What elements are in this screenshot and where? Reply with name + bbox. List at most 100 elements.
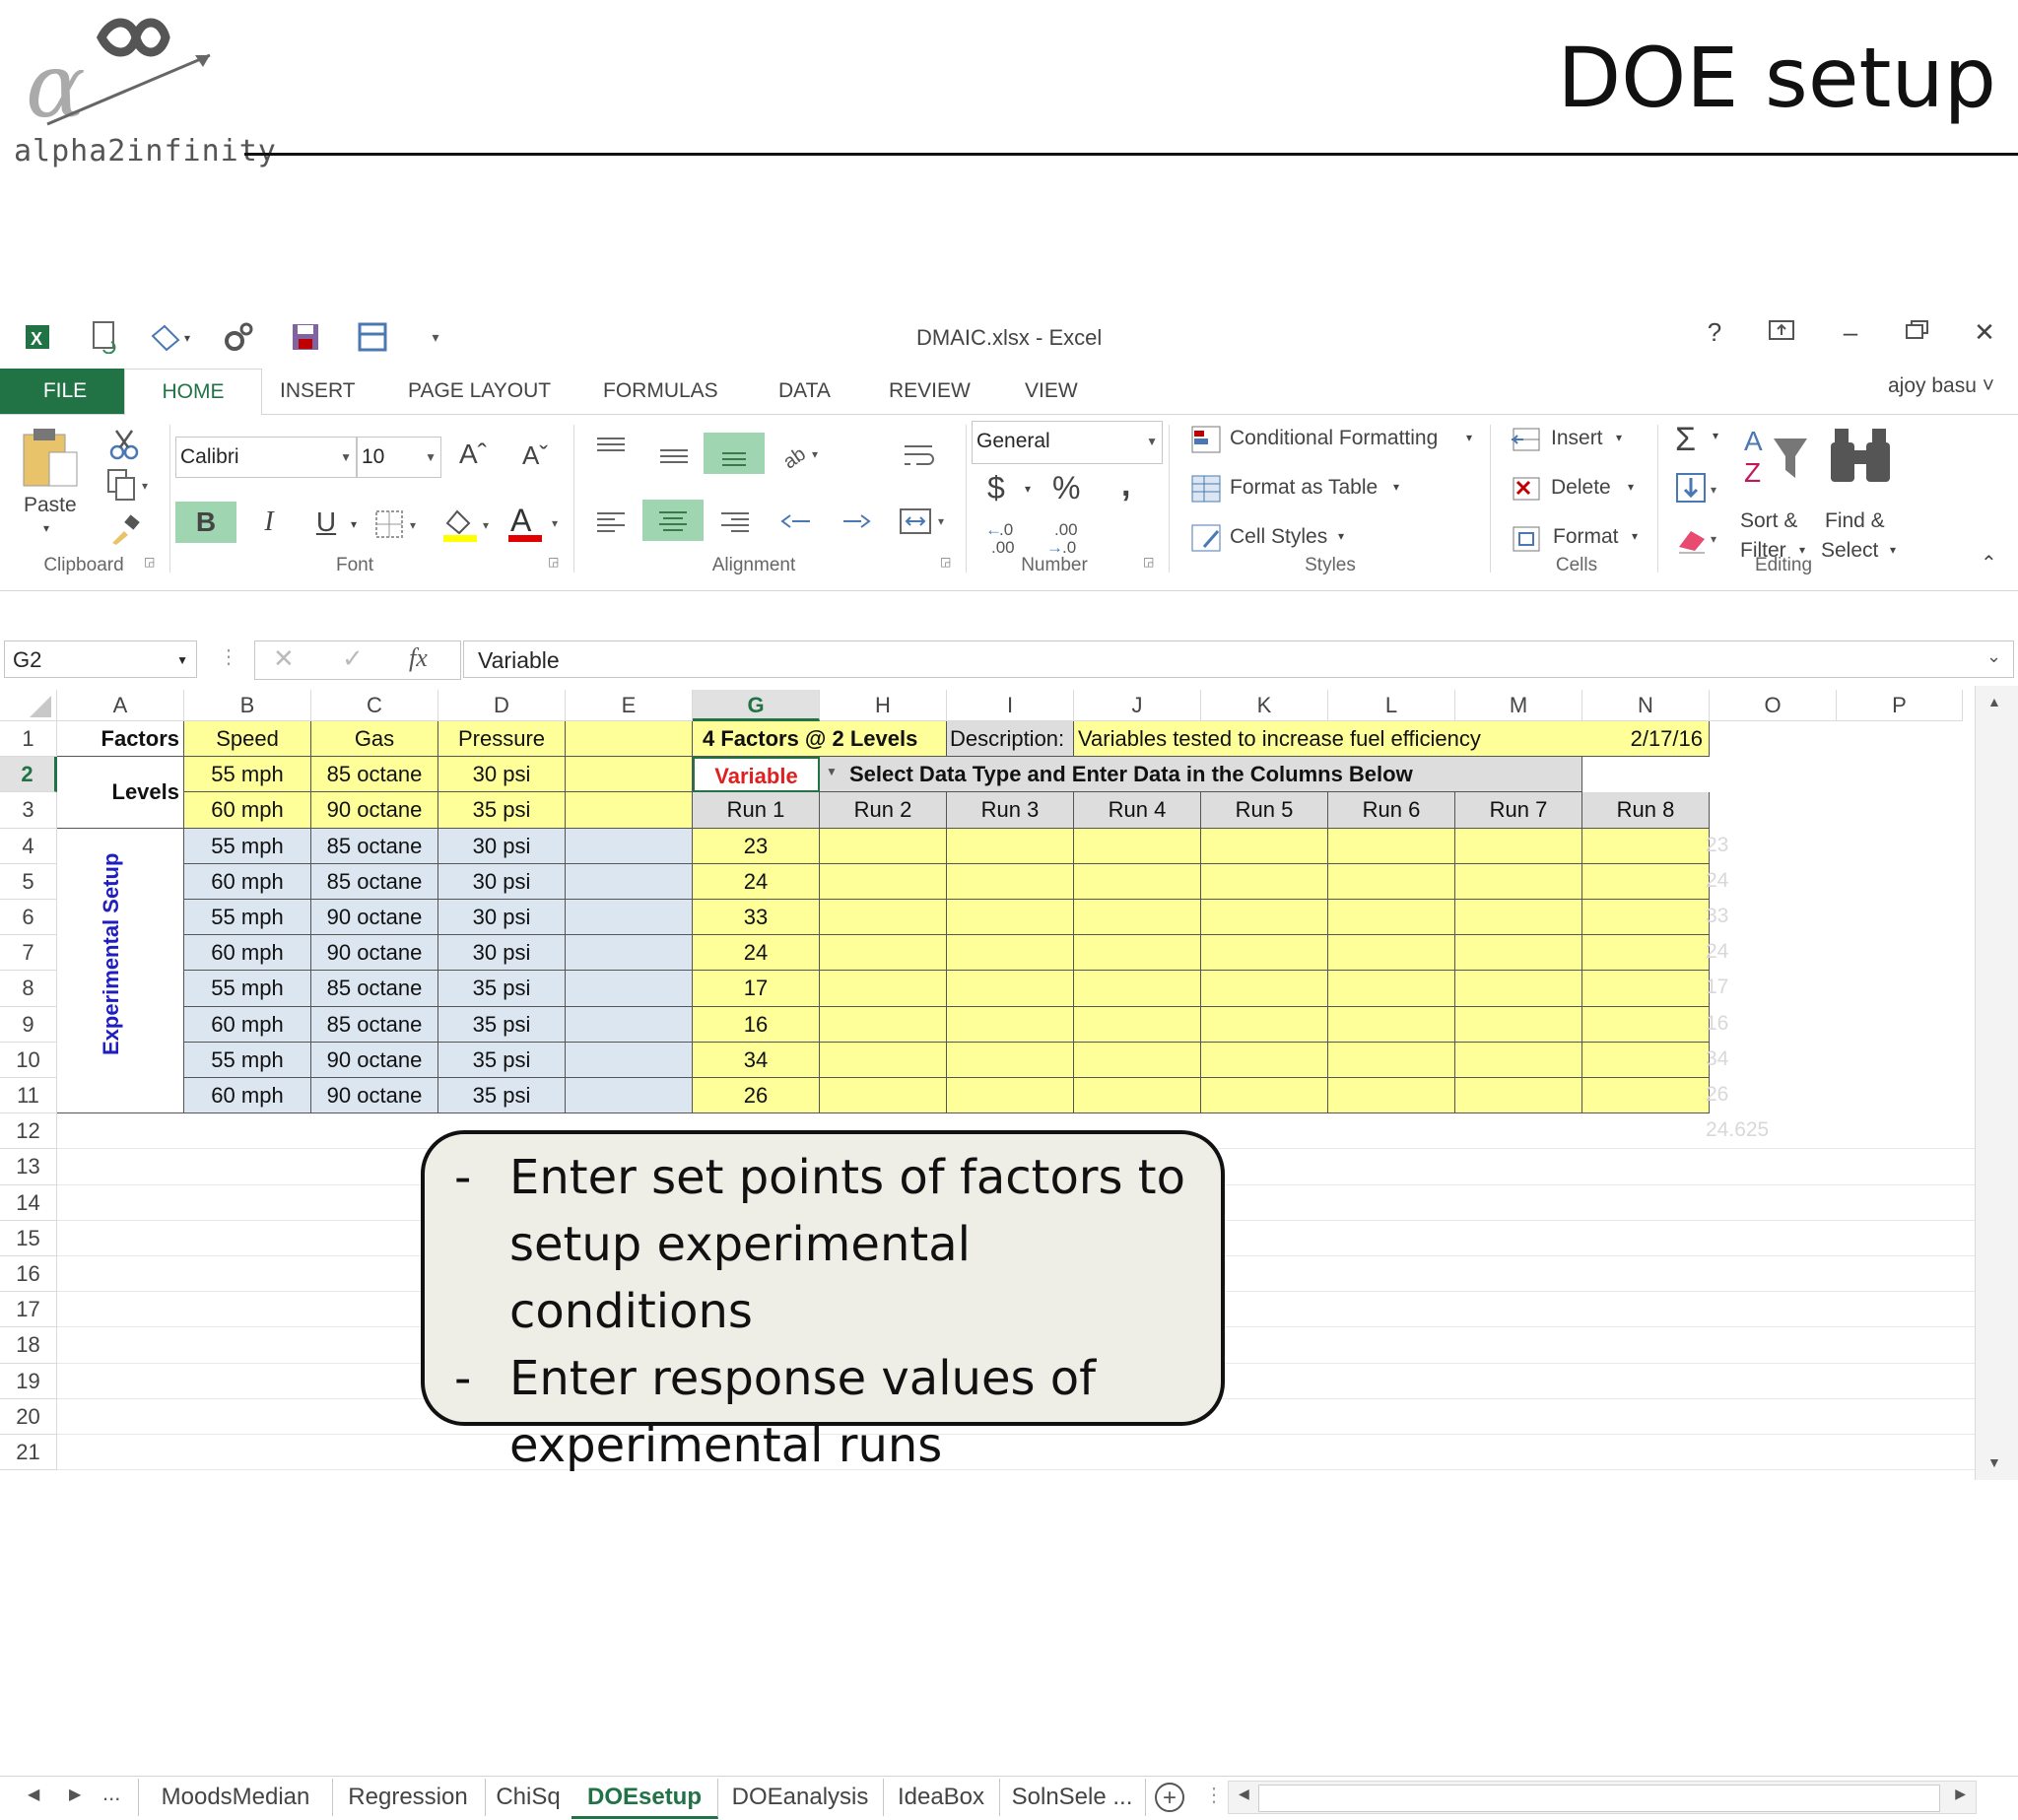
paste-icon[interactable] (18, 427, 85, 487)
cell-J9[interactable] (1074, 1006, 1201, 1043)
conditional-formatting-icon[interactable] (1190, 425, 1224, 461)
percent-button[interactable]: % (1052, 470, 1080, 506)
cell-G4[interactable]: 23 (693, 828, 820, 864)
collapse-ribbon-icon[interactable]: ⌃ (1981, 551, 1997, 575)
cell-L8[interactable] (1328, 971, 1455, 1007)
cell-H2[interactable]: Select Data Type and Enter Data in the C… (820, 757, 1582, 793)
cell-K9[interactable] (1201, 1006, 1328, 1043)
enter-icon[interactable]: ✓ (342, 643, 364, 674)
insert-cells-icon[interactable] (1510, 425, 1543, 461)
cell-H11[interactable] (820, 1078, 947, 1114)
row-header[interactable]: 9 (0, 1006, 57, 1043)
number-launcher-icon[interactable]: ◲ (1143, 555, 1154, 569)
font-name-select[interactable]: Calibri ▼ (175, 437, 357, 478)
cell-K7[interactable] (1201, 935, 1328, 972)
cell-L5[interactable] (1328, 863, 1455, 900)
cell-B11[interactable]: 60 mph (184, 1078, 311, 1114)
cell-M6[interactable] (1455, 900, 1582, 936)
cell-L10[interactable] (1328, 1042, 1455, 1078)
delete-cells-icon[interactable] (1510, 474, 1543, 510)
cell-B2[interactable]: 55 mph (184, 757, 311, 793)
row-header[interactable]: 8 (0, 971, 57, 1007)
row-header[interactable]: 10 (0, 1042, 57, 1078)
cell-L6[interactable] (1328, 900, 1455, 936)
cell-K8[interactable] (1201, 971, 1328, 1007)
cell-G11[interactable]: 26 (693, 1078, 820, 1114)
freeze-panes-icon[interactable] (353, 317, 392, 357)
vertical-scrollbar[interactable]: ▲ ▼ (1975, 686, 2018, 1480)
tab-file[interactable]: FILE (0, 369, 130, 414)
eraser-icon[interactable]: ▾ (1675, 523, 1724, 560)
find-binoculars-icon[interactable] (1827, 425, 1896, 491)
expand-formula-icon[interactable]: ⌄ (1986, 646, 2001, 667)
format-as-table-label[interactable]: Format as Table (1230, 476, 1378, 500)
row-header[interactable]: 7 (0, 935, 57, 972)
wrap-text-icon[interactable] (899, 437, 938, 481)
cell-D8[interactable]: 35 psi (438, 971, 566, 1007)
cell-A2[interactable]: Levels (57, 757, 184, 829)
cell-C4[interactable]: 85 octane (311, 828, 438, 864)
cell-B7[interactable]: 60 mph (184, 935, 311, 972)
row-header[interactable]: 6 (0, 900, 57, 936)
cell-J3[interactable]: Run 4 (1074, 792, 1201, 829)
cell-B1[interactable]: Speed (184, 721, 311, 758)
cell-K6[interactable] (1201, 900, 1328, 936)
comma-style-button[interactable]: , (1121, 466, 1130, 505)
cell-H9[interactable] (820, 1006, 947, 1043)
cell-H5[interactable] (820, 863, 947, 900)
cell-G6[interactable]: 33 (693, 900, 820, 936)
fill-down-icon[interactable]: ▾ (1675, 472, 1724, 510)
cell-C11[interactable]: 90 octane (311, 1078, 438, 1114)
cell-C6[interactable]: 90 octane (311, 900, 438, 936)
cell-H3[interactable]: Run 2 (820, 792, 947, 829)
next-sheet-icon[interactable]: ▶ (69, 1785, 81, 1804)
cell-C1[interactable]: Gas (311, 721, 438, 758)
cell-K5[interactable] (1201, 863, 1328, 900)
cell-D9[interactable]: 35 psi (438, 1006, 566, 1043)
cell-C10[interactable]: 90 octane (311, 1042, 438, 1078)
sort-label-1[interactable]: Sort & (1740, 509, 1797, 533)
row-header[interactable]: 20 (0, 1398, 57, 1435)
cell-N6[interactable] (1582, 900, 1710, 936)
cell-C8[interactable]: 85 octane (311, 971, 438, 1007)
align-left-icon[interactable] (591, 502, 631, 546)
row-header[interactable]: 5 (0, 863, 57, 900)
increase-indent-icon[interactable] (838, 502, 877, 546)
row-header[interactable]: 19 (0, 1363, 57, 1399)
cell-B3[interactable]: 60 mph (184, 792, 311, 829)
chevron-down-icon[interactable]: ▾ (1632, 529, 1638, 543)
row-header[interactable]: 3 (0, 792, 57, 829)
cell-B6[interactable]: 55 mph (184, 900, 311, 936)
cell-G1[interactable]: 4 Factors @ 2 Levels (693, 721, 947, 758)
customize-qat-icon[interactable]: ▾ (426, 317, 445, 357)
cell-E8[interactable] (566, 971, 693, 1007)
cell-E5[interactable] (566, 863, 693, 900)
cell-E7[interactable] (566, 935, 693, 972)
copy-icon[interactable]: ▾ (106, 468, 156, 506)
row-header[interactable]: 14 (0, 1184, 57, 1221)
add-sheet-button[interactable]: + (1155, 1783, 1184, 1812)
cell-L3[interactable]: Run 6 (1328, 792, 1455, 829)
orientation-icon[interactable]: ab ▾ (778, 437, 828, 481)
cell-I3[interactable]: Run 3 (947, 792, 1074, 829)
cell-N11[interactable] (1582, 1078, 1710, 1114)
tab-review[interactable]: REVIEW (885, 369, 975, 414)
cell-I1[interactable]: Description: (947, 721, 1074, 758)
cell-D3[interactable]: 35 psi (438, 792, 566, 829)
ribbon-display-options-icon[interactable] (1762, 317, 1801, 348)
row-header[interactable]: 1 (0, 721, 57, 758)
formula-input[interactable]: Variable (463, 640, 2014, 678)
sheet-tab[interactable]: MoodsMedian (138, 1779, 333, 1816)
sheet-tab[interactable]: SolnSele ... (999, 1779, 1146, 1816)
cell-H4[interactable] (820, 828, 947, 864)
scroll-right-icon[interactable]: ▶ (1955, 1786, 1966, 1802)
cell-I7[interactable] (947, 935, 1074, 972)
horizontal-scrollbar[interactable]: ◀ ▶ (1228, 1781, 1977, 1814)
number-format-select[interactable]: General ▼ (972, 421, 1163, 464)
cell-C2[interactable]: 85 octane (311, 757, 438, 793)
cell-G5[interactable]: 24 (693, 863, 820, 900)
cell-C9[interactable]: 85 octane (311, 1006, 438, 1043)
cell-G2[interactable]: Variable (693, 757, 820, 793)
name-box[interactable]: G2 ▼ (4, 640, 197, 678)
cell-L11[interactable] (1328, 1078, 1455, 1114)
